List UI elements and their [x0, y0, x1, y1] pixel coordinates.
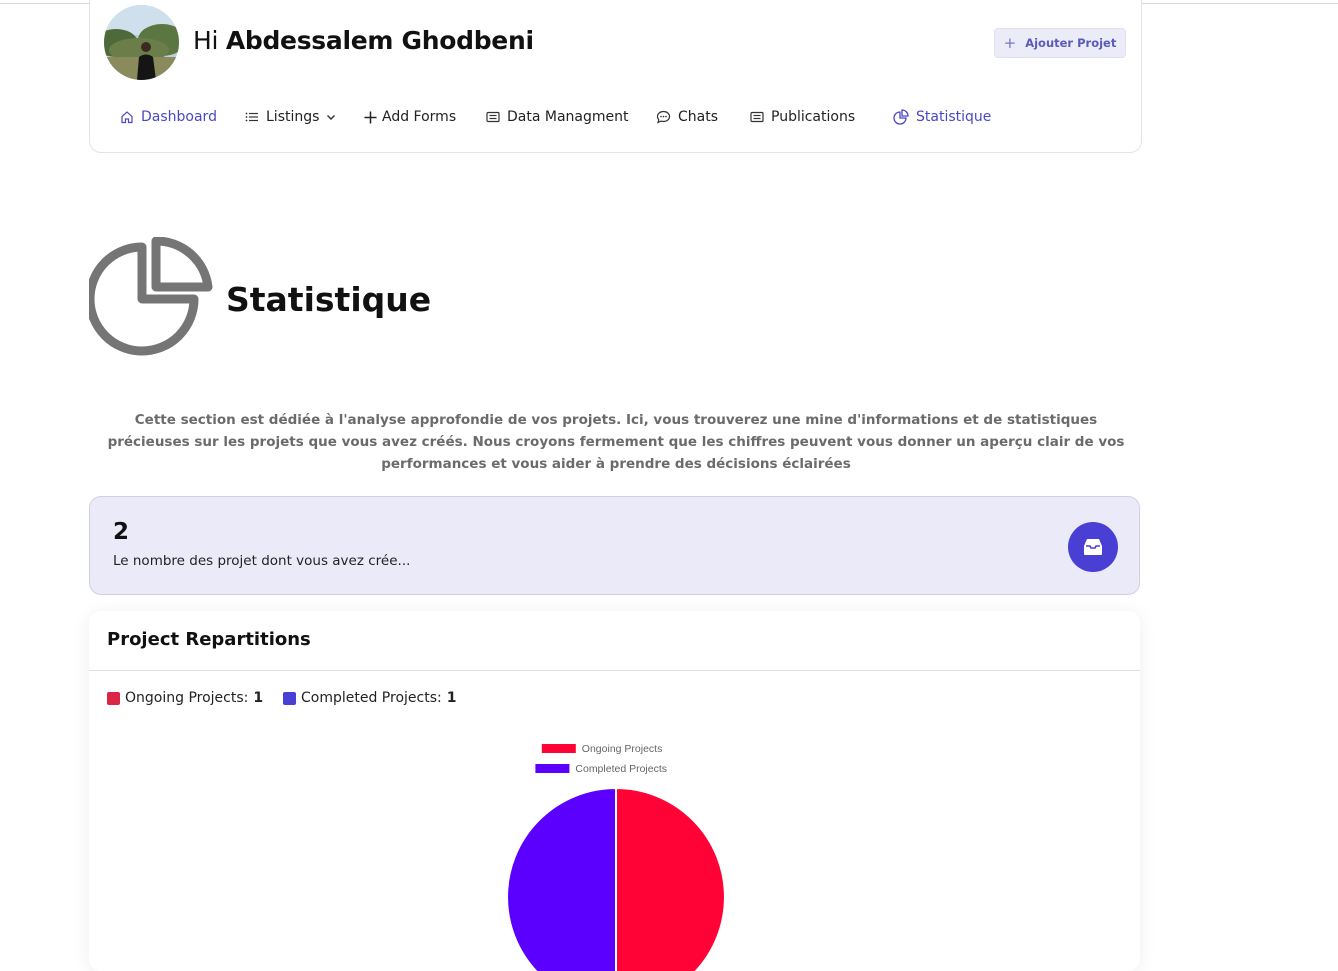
- legend-swatch-1[interactable]: [535, 764, 570, 773]
- chevron-down-icon: [327, 115, 336, 120]
- header-card: Hi Abdessalem Ghodbeni + Ajouter Projet …: [89, 0, 1142, 153]
- chart-card-title: Project Repartitions: [107, 629, 311, 650]
- inbox-icon: [1068, 522, 1118, 572]
- nav-item-publications[interactable]: Publications: [750, 109, 855, 125]
- nav-label-data-management: Data Managment: [507, 109, 629, 125]
- nav-label-chats: Chats: [678, 109, 719, 125]
- add-project-label: Ajouter Projet: [1025, 36, 1117, 50]
- nav-item-chats[interactable]: Chats: [656, 109, 718, 125]
- page-description: Cette section est dédiée à l'analyse app…: [107, 412, 1125, 472]
- summary-ongoing: Ongoing Projects: 1: [107, 690, 263, 706]
- legend-label-0[interactable]: Ongoing Projects: [582, 743, 663, 755]
- summary-completed: Completed Projects: 1: [283, 690, 456, 706]
- greeting-hi: Hi: [193, 26, 219, 55]
- pie-slice-0[interactable]: [615, 786, 726, 971]
- summary-value-completed: 1: [446, 690, 457, 706]
- plus-icon: +: [1003, 34, 1017, 52]
- summary-swatch-ongoing: [107, 691, 120, 705]
- greeting: Hi Abdessalem Ghodbeni: [193, 26, 534, 55]
- summary-label-ongoing: Ongoing Projects:: [125, 690, 249, 706]
- project-repartitions-card: Project Repartitions Ongoing Projects: 1 …: [89, 611, 1140, 971]
- pie-chart-icon: [89, 237, 213, 356]
- nav-label-dashboard: Dashboard: [141, 109, 217, 125]
- summary-value-ongoing: 1: [253, 690, 264, 706]
- nav-item-listings[interactable]: Listings: [245, 109, 336, 125]
- pie-chart-icon: [893, 109, 909, 125]
- nav-item-statistique[interactable]: Statistique: [893, 109, 991, 125]
- nav-item-dashboard[interactable]: Dashboard: [120, 109, 217, 125]
- card-icon: [750, 111, 764, 123]
- card-icon: [486, 111, 500, 123]
- chat-bubble-icon: [656, 110, 671, 124]
- legend-swatch-0[interactable]: [541, 744, 576, 753]
- page-title: Statistique: [226, 280, 432, 319]
- list-icon: [245, 112, 258, 122]
- project-count-value: 2: [113, 519, 130, 545]
- nav-label-listings: Listings: [266, 109, 320, 125]
- pie-slice-1[interactable]: [506, 786, 617, 971]
- plus-icon: [364, 111, 377, 123]
- home-icon: [121, 111, 133, 124]
- avatar[interactable]: [104, 5, 179, 80]
- summary-label-completed: Completed Projects:: [301, 690, 442, 706]
- nav-item-add-forms[interactable]: Add Forms: [364, 109, 456, 125]
- divider: [89, 670, 1140, 671]
- legend-label-1[interactable]: Completed Projects: [575, 763, 667, 775]
- pie-chart: Ongoing Projects Completed Projects: [506, 743, 726, 971]
- nav-label-statistique: Statistique: [916, 109, 992, 125]
- project-count-label: Le nombre des projet dont vous avez crée…: [113, 553, 411, 569]
- nav-label-add-forms: Add Forms: [382, 109, 457, 125]
- nav-item-data-management[interactable]: Data Managment: [486, 109, 629, 125]
- summary-swatch-completed: [283, 691, 296, 705]
- project-count-card: 2 Le nombre des projet dont vous avez cr…: [89, 496, 1140, 595]
- nav-label-publications: Publications: [771, 109, 856, 125]
- user-name: Abdessalem Ghodbeni: [225, 26, 534, 55]
- add-project-button[interactable]: + Ajouter Projet: [994, 28, 1126, 58]
